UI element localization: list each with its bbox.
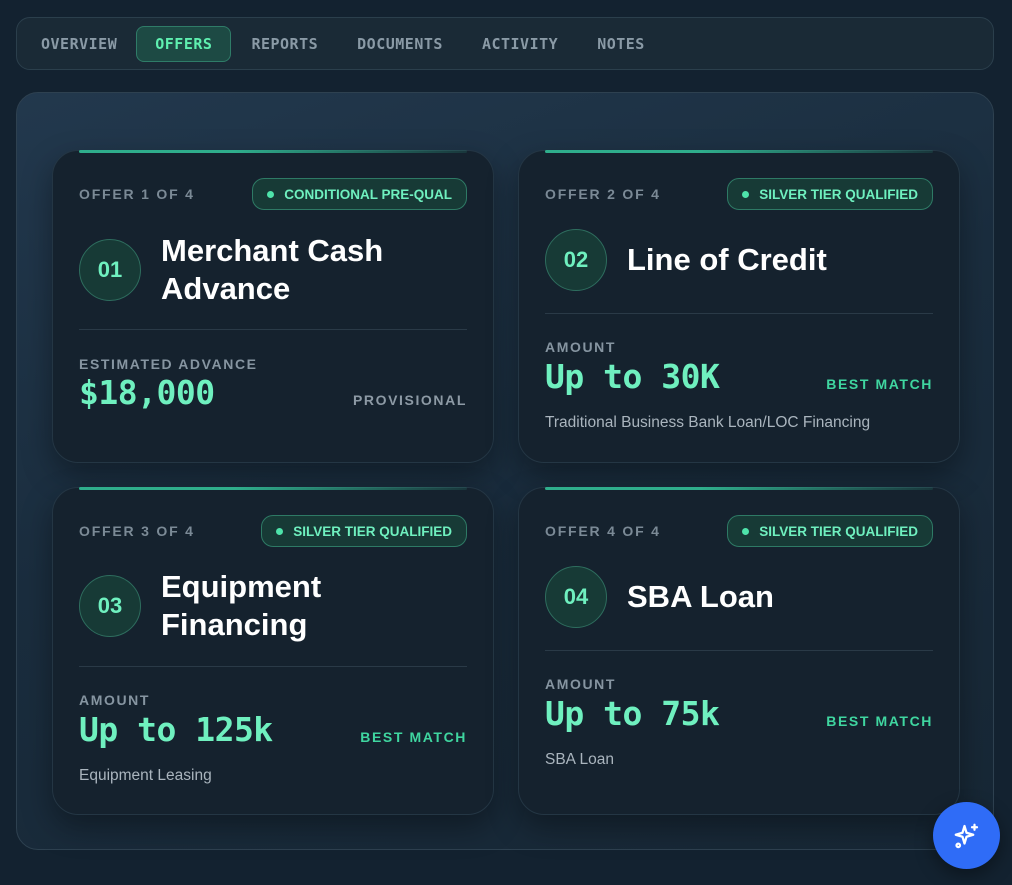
offer-title: SBA Loan [627, 579, 774, 614]
amount-label: AMOUNT [545, 339, 617, 355]
tab-overview[interactable]: OVERVIEW [41, 35, 117, 53]
offer-count: OFFER 4 OF 4 [545, 523, 661, 539]
offer-count: OFFER 2 OF 4 [545, 186, 661, 202]
status-badge: CONDITIONAL PRE-QUAL [252, 178, 467, 210]
amount-label: AMOUNT [545, 676, 617, 692]
ai-assistant-button[interactable] [933, 802, 1000, 869]
offer-number-badge: 04 [545, 566, 607, 628]
offer-title: Line of Credit [627, 242, 827, 277]
tab-reports[interactable]: REPORTS [251, 35, 318, 53]
card-accent-line [545, 150, 933, 153]
status-badge-label: SILVER TIER QUALIFIED [293, 523, 452, 539]
offer-card-line-of-credit[interactable]: OFFER 2 OF 4 SILVER TIER QUALIFIED 02 Li… [518, 150, 960, 463]
card-divider [79, 329, 467, 330]
status-badge: SILVER TIER QUALIFIED [727, 178, 933, 210]
tab-documents[interactable]: DOCUMENTS [357, 35, 443, 53]
best-match-tag: BEST MATCH [826, 713, 933, 729]
amount-label: ESTIMATED ADVANCE [79, 356, 258, 372]
offer-number-badge: 01 [79, 239, 141, 301]
offer-count: OFFER 3 OF 4 [79, 523, 195, 539]
card-divider [545, 650, 933, 651]
tab-activity[interactable]: ACTIVITY [482, 35, 558, 53]
offer-card-merchant-cash-advance[interactable]: OFFER 1 OF 4 CONDITIONAL PRE-QUAL 01 Mer… [52, 150, 494, 463]
status-badge-label: CONDITIONAL PRE-QUAL [284, 186, 452, 202]
status-badge: SILVER TIER QUALIFIED [727, 515, 933, 547]
card-accent-line [545, 487, 933, 490]
status-badge: SILVER TIER QUALIFIED [261, 515, 467, 547]
offer-description: Equipment Leasing [79, 767, 212, 784]
offer-card-equipment-financing[interactable]: OFFER 3 OF 4 SILVER TIER QUALIFIED 03 Eq… [52, 487, 494, 815]
best-match-tag: BEST MATCH [826, 376, 933, 392]
card-accent-line [79, 487, 467, 490]
offer-description: SBA Loan [545, 751, 614, 768]
status-dot-icon [742, 527, 750, 535]
status-dot-icon [742, 190, 750, 198]
status-dot-icon [276, 527, 284, 535]
amount-value: Up to 125k [79, 710, 273, 749]
card-divider [545, 313, 933, 314]
offers-panel: OFFER 1 OF 4 CONDITIONAL PRE-QUAL 01 Mer… [16, 92, 994, 850]
offer-count: OFFER 1 OF 4 [79, 186, 195, 202]
best-match-tag: BEST MATCH [360, 729, 467, 745]
amount-value: Up to 30K [545, 357, 720, 396]
sparkles-icon [954, 823, 978, 848]
status-badge-label: SILVER TIER QUALIFIED [759, 523, 918, 539]
tab-offers[interactable]: OFFERS [136, 25, 232, 62]
offer-title: Equipment Financing [161, 569, 322, 642]
offer-card-sba-loan[interactable]: OFFER 4 OF 4 SILVER TIER QUALIFIED 04 SB… [518, 487, 960, 815]
tab-notes[interactable]: NOTES [597, 35, 645, 53]
offer-description: Traditional Business Bank Loan/LOC Finan… [545, 414, 871, 431]
tab-bar: OVERVIEW OFFERS REPORTS DOCUMENTS ACTIVI… [16, 17, 994, 70]
card-divider [79, 666, 467, 667]
offer-number-badge: 03 [79, 575, 141, 637]
offer-number-badge: 02 [545, 229, 607, 291]
amount-value: $18,000 [79, 373, 215, 412]
amount-tag: PROVISIONAL [352, 392, 467, 408]
status-dot-icon [267, 190, 275, 198]
amount-value: Up to 75k [545, 694, 720, 733]
amount-label: AMOUNT [79, 692, 151, 708]
card-accent-line [79, 150, 467, 153]
offer-title: Merchant Cash Advance [161, 233, 384, 306]
status-badge-label: SILVER TIER QUALIFIED [759, 186, 918, 202]
